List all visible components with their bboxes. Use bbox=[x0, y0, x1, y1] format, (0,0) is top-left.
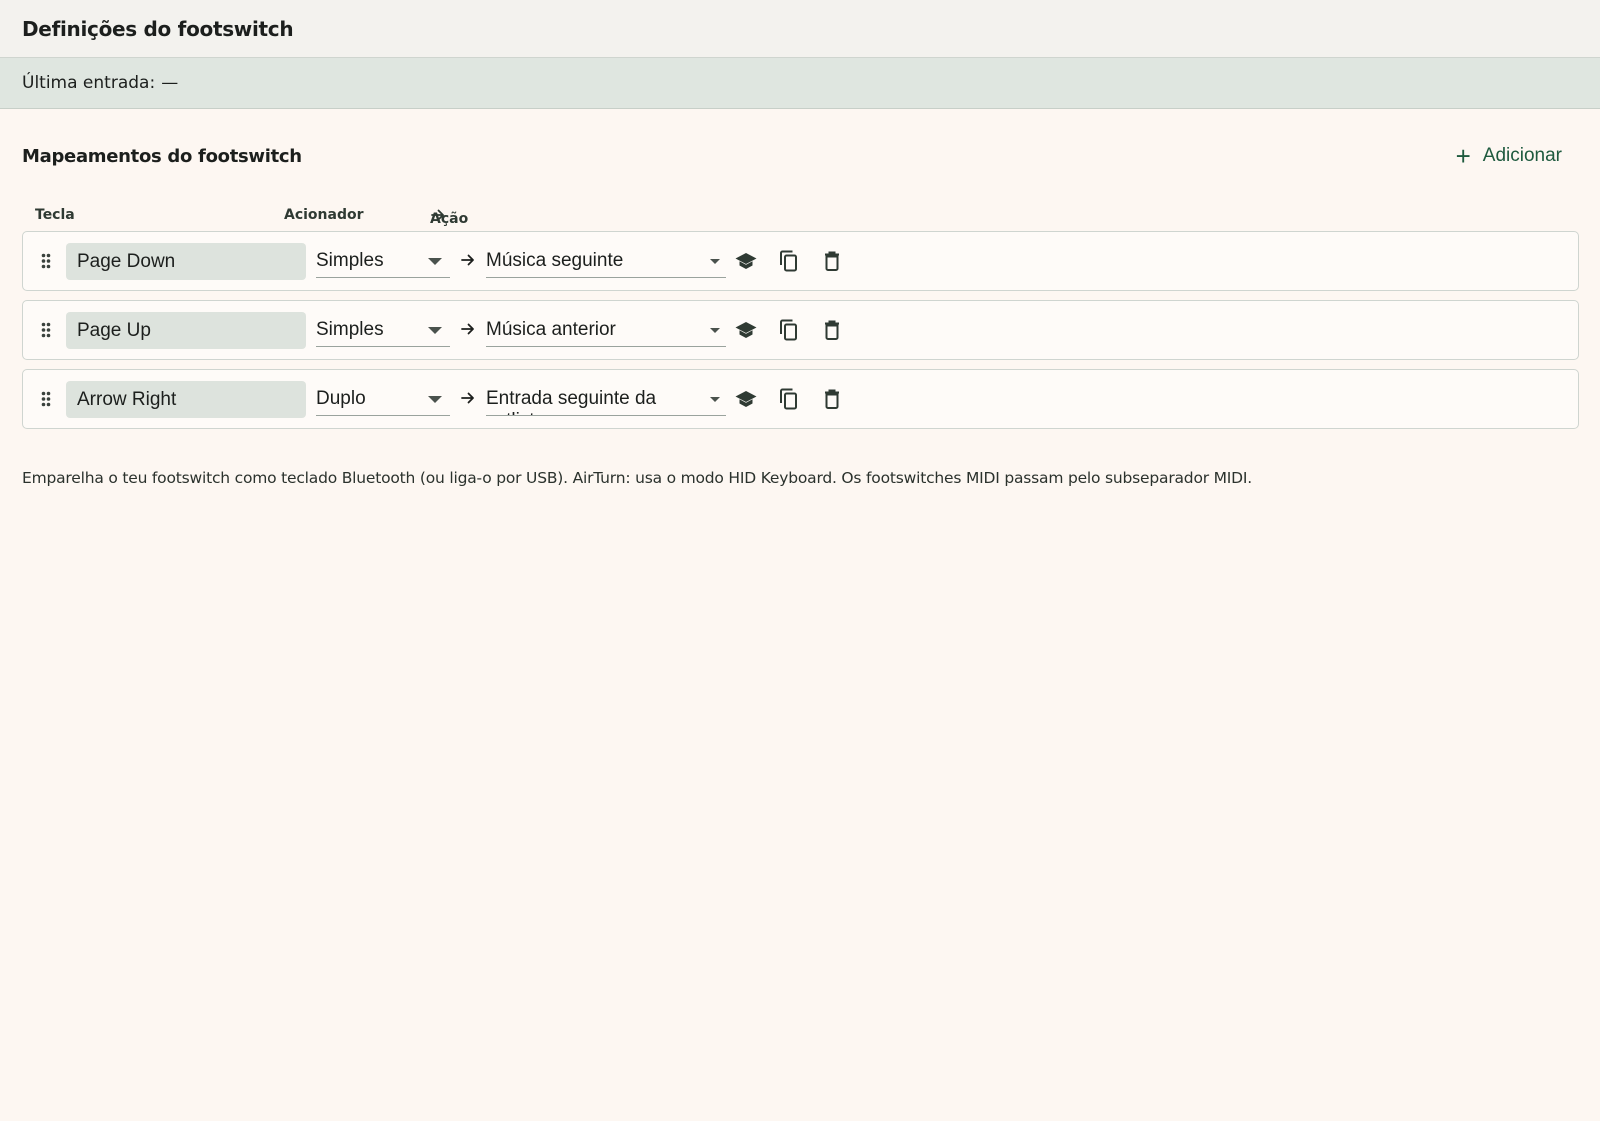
page-title: Definições do footswitch bbox=[22, 16, 294, 41]
mapping-list: Page Down Simples Música seguinte Page U… bbox=[22, 231, 1579, 429]
chevron-down-icon bbox=[428, 258, 442, 265]
status-bar: Última entrada: — bbox=[0, 58, 1600, 109]
header-bar: Definições do footswitch bbox=[0, 0, 1600, 58]
action-select-value: Música anterior bbox=[486, 319, 616, 340]
arrow-right-icon bbox=[461, 392, 474, 404]
copy-icon[interactable] bbox=[777, 249, 801, 273]
last-input-label: Última entrada: bbox=[22, 73, 156, 93]
main-content: Mapeamentos do footswitch + Adicionar Te… bbox=[0, 109, 1600, 487]
drag-handle-icon[interactable] bbox=[41, 253, 51, 269]
column-header-key: Tecla bbox=[35, 207, 75, 223]
column-header-action: Ação bbox=[430, 211, 469, 227]
chevron-down-icon bbox=[428, 396, 442, 403]
add-button[interactable]: + Adicionar bbox=[1456, 143, 1562, 169]
mapping-row: Arrow Right Duplo Entrada seguinte da se… bbox=[22, 369, 1579, 429]
action-select-value: Música seguinte bbox=[486, 250, 624, 271]
drag-handle-icon[interactable] bbox=[41, 322, 51, 338]
copy-icon[interactable] bbox=[777, 318, 801, 342]
copy-icon[interactable] bbox=[777, 387, 801, 411]
action-select-value: Entrada seguinte da setlist bbox=[486, 388, 657, 415]
column-header-trigger: Acionador bbox=[284, 207, 364, 223]
chevron-down-icon bbox=[710, 259, 720, 264]
chevron-down-icon bbox=[710, 397, 720, 402]
graduation-cap-icon[interactable] bbox=[734, 387, 758, 411]
key-field[interactable]: Arrow Right bbox=[66, 381, 306, 418]
drag-handle-icon[interactable] bbox=[41, 391, 51, 407]
key-field[interactable]: Page Up bbox=[66, 312, 306, 349]
arrow-right-icon bbox=[461, 323, 474, 335]
action-select[interactable]: Música seguinte bbox=[486, 244, 726, 278]
section-title: Mapeamentos do footswitch bbox=[22, 145, 302, 167]
last-input-value: — bbox=[161, 73, 179, 93]
trigger-select-value: Duplo bbox=[316, 388, 366, 409]
trigger-select-value: Simples bbox=[316, 250, 384, 271]
trigger-select[interactable]: Duplo bbox=[316, 382, 450, 416]
column-headers: Tecla Acionador Ação bbox=[22, 203, 1578, 231]
help-text: Emparelha o teu footswitch como teclado … bbox=[22, 469, 1252, 487]
trash-icon[interactable] bbox=[820, 249, 844, 273]
trigger-select[interactable]: Simples bbox=[316, 244, 450, 278]
action-select[interactable]: Entrada seguinte da setlist bbox=[486, 382, 726, 416]
column-header-action-wrap: Ação bbox=[430, 207, 468, 227]
arrow-right-icon bbox=[461, 254, 474, 266]
trash-icon[interactable] bbox=[820, 387, 844, 411]
chevron-down-icon bbox=[710, 328, 720, 333]
trigger-select-value: Simples bbox=[316, 319, 384, 340]
plus-icon: + bbox=[1455, 141, 1471, 171]
trigger-select[interactable]: Simples bbox=[316, 313, 450, 347]
section-header: Mapeamentos do footswitch + Adicionar bbox=[22, 109, 1578, 203]
graduation-cap-icon[interactable] bbox=[734, 249, 758, 273]
chevron-down-icon bbox=[428, 327, 442, 334]
mapping-row: Page Down Simples Música seguinte bbox=[22, 231, 1579, 291]
key-field[interactable]: Page Down bbox=[66, 243, 306, 280]
graduation-cap-icon[interactable] bbox=[734, 318, 758, 342]
mapping-row: Page Up Simples Música anterior bbox=[22, 300, 1579, 360]
trash-icon[interactable] bbox=[820, 318, 844, 342]
action-select[interactable]: Música anterior bbox=[486, 313, 726, 347]
add-button-label: Adicionar bbox=[1482, 145, 1562, 166]
